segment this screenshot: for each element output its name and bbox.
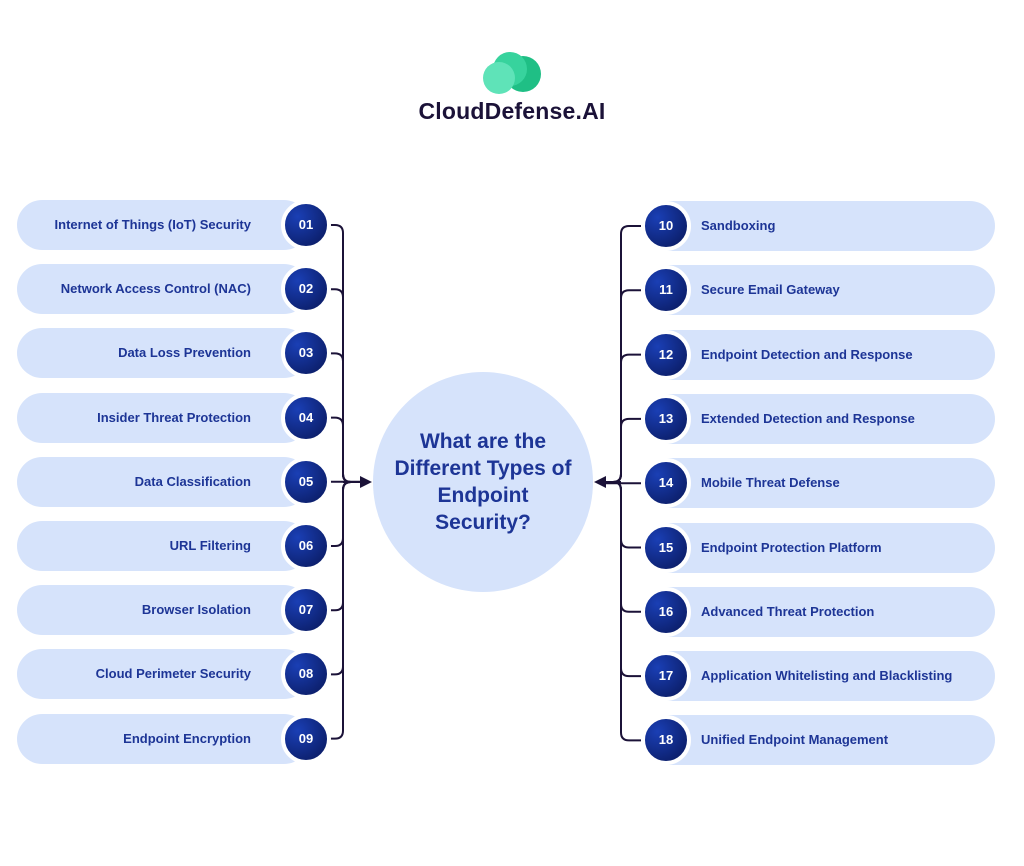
item-label: Secure Email Gateway [701,282,840,298]
number-badge: 14 [641,458,691,509]
number-badge: 12 [641,329,691,380]
list-item: Application Whitelisting and Blacklistin… [641,651,995,702]
item-label: Insider Threat Protection [97,409,251,425]
number-badge: 06 [281,521,331,571]
number-badge: 09 [281,713,331,764]
list-item: Endpoint Protection Platform 15 [641,522,995,573]
list-item: Data Loss Prevention 03 [17,328,331,379]
number-badge: 05 [281,456,331,507]
item-label: Application Whitelisting and Blacklistin… [701,668,953,684]
list-item: Insider Threat Protection 04 [17,392,331,443]
right-arrow-icon [594,476,606,488]
list-item: Mobile Threat Defense 14 [641,458,995,509]
item-label: Mobile Threat Defense [701,475,840,491]
list-item: Endpoint Encryption 09 [17,713,331,764]
list-item: Endpoint Detection and Response 12 [641,329,995,380]
list-item: Sandboxing 10 [641,201,995,251]
item-label: Data Loss Prevention [118,345,251,361]
item-label: Internet of Things (IoT) Security [54,217,251,232]
item-label: Network Access Control (NAC) [60,281,251,297]
number-badge: 04 [281,392,331,443]
left-arrow-icon [360,476,372,488]
item-label: Cloud Perimeter Security [95,666,251,682]
number-badge: 13 [641,393,691,444]
number-badge: 18 [641,715,691,766]
number-badge: 07 [281,585,331,636]
connector-line [612,481,641,549]
item-label: Sandboxing [701,218,776,233]
item-label: Advanced Threat Protection [701,603,875,619]
list-item: Browser Isolation 07 [17,585,331,636]
connector-line [612,417,641,483]
number-badge: 01 [281,200,331,250]
center-topic-circle: What are the Different Types of Endpoint… [373,372,593,592]
list-item: Internet of Things (IoT) Security 01 [17,200,331,250]
list-item: Network Access Control (NAC) 02 [17,264,331,315]
list-item: Unified Endpoint Management 18 [641,715,995,766]
number-badge: 17 [641,651,691,702]
list-item: Advanced Threat Protection 16 [641,586,995,637]
number-badge: 15 [641,522,691,573]
connector-line [314,288,352,483]
connector-line [612,481,641,678]
connector-line [314,481,352,676]
connector-line [612,289,641,483]
list-item: Cloud Perimeter Security 08 [17,649,331,700]
item-label: Endpoint Protection Platform [701,539,882,555]
item-label: Extended Detection and Response [701,410,915,426]
list-item: Data Classification 05 [17,456,331,507]
item-label: Endpoint Encryption [123,730,251,746]
item-label: Endpoint Detection and Response [701,346,913,362]
number-badge: 11 [641,265,691,316]
center-title: What are the Different Types of Endpoint… [394,430,572,534]
list-item: Extended Detection and Response 13 [641,393,995,444]
item-label: Data Classification [134,473,251,489]
item-label: URL Filtering [169,538,251,553]
number-badge: 10 [641,201,691,251]
list-item: Secure Email Gateway 11 [641,265,995,316]
item-label: Browser Isolation [141,602,251,618]
number-badge: 16 [641,586,691,637]
item-label: Unified Endpoint Management [701,732,889,748]
number-badge: 02 [281,264,331,315]
list-item: URL Filtering 06 [17,521,331,571]
